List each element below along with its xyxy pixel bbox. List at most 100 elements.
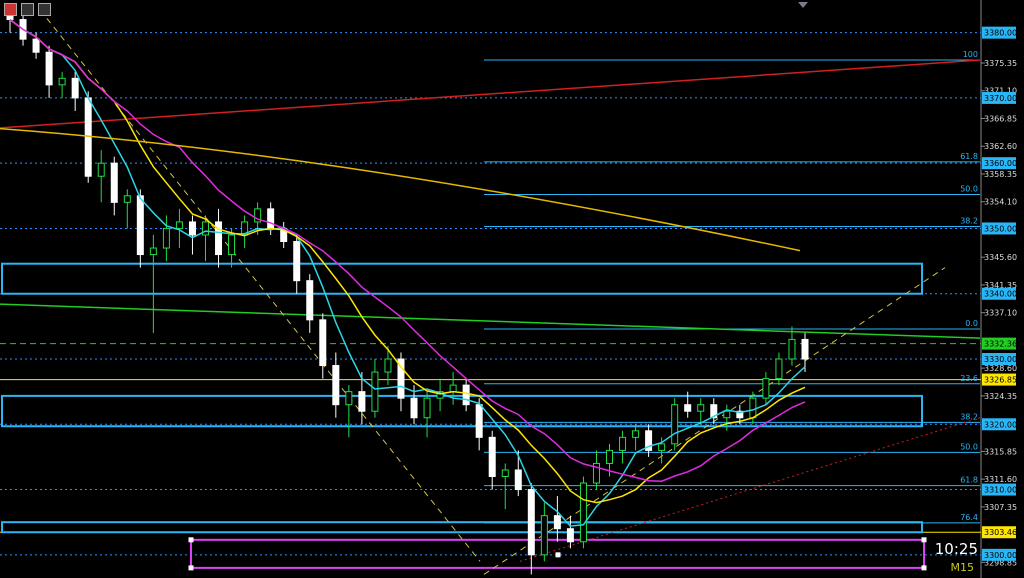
candle-body <box>162 227 170 249</box>
price-label: 3300.00 <box>984 551 1017 560</box>
candle-body <box>501 469 509 477</box>
fib-label: 61.8 <box>960 152 978 161</box>
support-zone-box <box>1 394 923 428</box>
candle-body <box>723 410 731 419</box>
zone-handle <box>921 537 927 543</box>
candle-body <box>410 397 418 419</box>
price-chart[interactable]: 100 61.8 50.0 38.2 0.0 23.6 38.2 50.0 61.8 76.4 33… <box>0 0 1024 578</box>
green-trend-line <box>0 303 981 339</box>
price-label: 3350.00 <box>984 224 1017 233</box>
axis-tick-label: 3324.35 <box>984 392 1017 401</box>
price-label: 3340.00 <box>984 290 1017 299</box>
candle-body <box>319 319 327 367</box>
candle-body <box>540 515 548 556</box>
candle-body <box>566 528 574 543</box>
candle-body <box>775 358 783 380</box>
cyan-ma-line <box>9 19 806 527</box>
price-label: 3310.00 <box>984 486 1017 495</box>
zone-handle <box>188 565 194 571</box>
candle-body <box>606 449 614 464</box>
candle-body <box>553 515 561 530</box>
chart-menu-icon[interactable] <box>4 3 17 16</box>
candle-body <box>110 162 118 203</box>
axis-tick-label: 3337.10 <box>984 309 1017 318</box>
clock-label: 10:25 <box>934 540 978 558</box>
candle-body <box>371 371 379 412</box>
candle-body <box>332 365 340 406</box>
candle-body <box>358 391 366 412</box>
zone-handle <box>555 552 561 558</box>
candle-body <box>749 397 757 419</box>
chart-window-icon[interactable] <box>21 3 34 16</box>
candle-body <box>579 482 587 543</box>
candle-body <box>149 247 157 256</box>
candle-body <box>788 338 796 360</box>
magenta-ma-line <box>9 19 806 482</box>
zone-handle <box>921 565 927 571</box>
price-label: 3380.00 <box>984 29 1017 38</box>
candle-body <box>475 404 483 438</box>
fib-label: 0.0 <box>965 319 978 328</box>
price-label: 3332.36 <box>984 340 1017 349</box>
candle-body <box>201 221 209 236</box>
fib-label: 38.2 <box>960 217 978 226</box>
price-label: 3360.00 <box>984 159 1017 168</box>
chart-shift-marker-icon[interactable] <box>798 2 808 8</box>
candle-body <box>801 338 809 360</box>
candle-body <box>488 436 496 477</box>
candle-body <box>58 77 66 86</box>
candle-body <box>684 404 692 412</box>
candle-body <box>449 384 457 393</box>
axis-tick-label: 3328.60 <box>984 364 1017 373</box>
axis-tick-label: 3354.10 <box>984 198 1017 207</box>
candle-body <box>267 208 275 229</box>
timeframe-label: M15 <box>950 561 975 574</box>
candle-body <box>188 221 196 236</box>
price-label: 3330.00 <box>984 355 1017 364</box>
candle-body <box>514 469 522 491</box>
fib-label: 23.6 <box>960 374 978 383</box>
axis-tick-label: 3362.60 <box>984 142 1017 151</box>
fib-label: 50.0 <box>960 185 978 194</box>
zone-handle <box>188 537 194 543</box>
candle-body <box>527 489 535 556</box>
yellow-ma-line <box>9 19 806 504</box>
candle-body <box>384 358 392 373</box>
candle-body <box>658 443 666 451</box>
chart-toolbar <box>4 3 51 16</box>
candle-body <box>136 195 144 256</box>
candle-body <box>462 384 470 406</box>
fib-label: 76.4 <box>960 513 978 522</box>
axis-tick-label: 3315.85 <box>984 447 1017 456</box>
price-label: 3303.46 <box>984 528 1017 537</box>
axis-tick-label: 3311.60 <box>984 475 1017 484</box>
candle-body <box>293 241 301 282</box>
candle-body <box>32 38 40 53</box>
gold-ma-line <box>0 127 801 252</box>
axis-tick-label: 3366.85 <box>984 114 1017 123</box>
candle-body <box>619 436 627 451</box>
candle-body <box>632 430 640 438</box>
axis-tick-label: 3358.35 <box>984 170 1017 179</box>
support-zone-box <box>1 521 923 534</box>
red-trend-line <box>0 59 981 129</box>
candle-body <box>671 404 679 445</box>
axis-tick-label: 3375.35 <box>984 59 1017 68</box>
axis-tick-label: 3307.35 <box>984 503 1017 512</box>
fib-label: 38.2 <box>960 412 978 421</box>
price-label: 3326.85 <box>984 376 1017 385</box>
candle-body <box>697 404 705 412</box>
fib-label: 50.0 <box>960 442 978 451</box>
fib-label: 61.8 <box>960 476 978 485</box>
candle-body <box>423 397 431 419</box>
resistance-zone-box <box>1 262 923 295</box>
candle-body <box>45 51 53 86</box>
candle-body <box>84 97 92 177</box>
candle-body <box>306 280 314 321</box>
candle-body <box>175 221 183 229</box>
candle-body <box>345 391 353 406</box>
candle-body <box>97 162 105 177</box>
fib-label: 100 <box>963 50 978 59</box>
chart-scroll-icon[interactable] <box>38 3 51 16</box>
up-trend-line <box>483 267 946 575</box>
